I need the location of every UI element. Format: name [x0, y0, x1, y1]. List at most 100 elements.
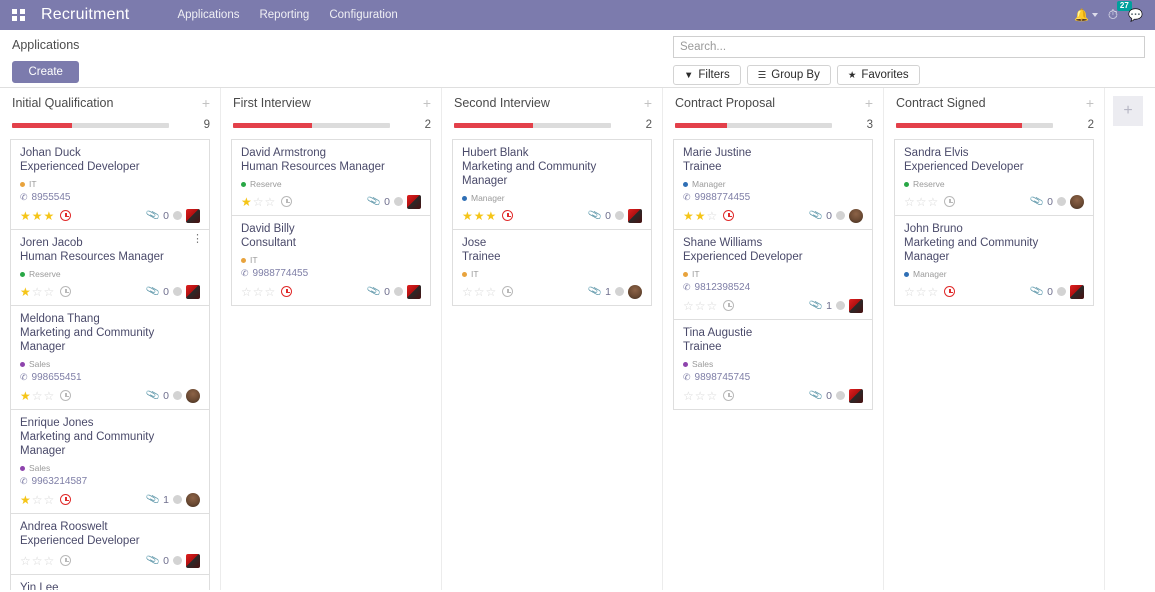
card-rating[interactable]: ★ ☆ ☆	[20, 390, 72, 402]
rating-star[interactable]: ☆	[928, 286, 939, 298]
column-progress-bar[interactable]	[675, 122, 832, 128]
kanban-card[interactable]: Sandra Elvis Experienced Developer Reserve…	[894, 139, 1094, 216]
column-progress-bar[interactable]	[12, 122, 169, 128]
rating-star[interactable]: ★	[474, 210, 485, 222]
card-rating[interactable]: ★ ☆ ☆	[20, 286, 72, 298]
card-menu-button[interactable]: ⋮	[192, 234, 203, 245]
column-add-card-button[interactable]: +	[202, 96, 210, 110]
card-rating[interactable]: ★ ☆ ☆	[20, 494, 72, 506]
activity-clock-icon[interactable]	[502, 286, 514, 297]
rating-star[interactable]: ☆	[32, 494, 43, 506]
kanban-state-icon[interactable]	[173, 391, 182, 400]
activity-clock-icon[interactable]	[281, 196, 293, 207]
card-rating[interactable]: ☆ ☆ ☆	[904, 196, 956, 208]
bell-icon[interactable]: 🔔	[1074, 8, 1098, 22]
rating-star[interactable]: ☆	[241, 286, 252, 298]
clock-activity-icon[interactable]: ⏱ 27	[1108, 1, 1132, 23]
rating-star[interactable]: ☆	[265, 196, 276, 208]
kanban-card[interactable]: ⋮ Joren Jacob Human Resources Manager Reser…	[10, 230, 210, 306]
add-column-button[interactable]: +	[1113, 96, 1143, 126]
rating-star[interactable]: ☆	[683, 390, 694, 402]
activity-clock-icon[interactable]	[944, 196, 956, 207]
filters-button[interactable]: ▼ Filters	[673, 65, 741, 85]
rating-star[interactable]: ☆	[916, 286, 927, 298]
card-rating[interactable]: ☆ ☆ ☆	[241, 286, 293, 298]
kanban-state-icon[interactable]	[173, 556, 182, 565]
rating-star[interactable]: ☆	[683, 300, 694, 312]
group-by-button[interactable]: ☰ Group By	[746, 65, 831, 85]
card-rating[interactable]: ☆ ☆ ☆	[904, 286, 956, 298]
kanban-card[interactable]: David Armstrong Human Resources Manager Re…	[231, 139, 431, 216]
messages-icon[interactable]: 💬	[1128, 8, 1143, 22]
kanban-state-icon[interactable]	[173, 287, 182, 296]
card-rating[interactable]: ★ ★ ★	[20, 210, 72, 222]
column-add-card-button[interactable]: +	[1086, 96, 1094, 110]
activity-clock-icon[interactable]	[60, 494, 72, 505]
rating-star[interactable]: ☆	[253, 196, 264, 208]
card-rating[interactable]: ☆ ☆ ☆	[462, 286, 514, 298]
kanban-card[interactable]: Shane Williams Experienced Developer IT ✆ 98…	[673, 230, 873, 320]
activity-clock-icon[interactable]	[723, 390, 735, 401]
rating-star[interactable]: ☆	[695, 390, 706, 402]
rating-star[interactable]: ☆	[44, 286, 55, 298]
rating-star[interactable]: ★	[683, 210, 694, 222]
card-rating[interactable]: ★ ☆ ☆	[241, 196, 293, 208]
rating-star[interactable]: ☆	[474, 286, 485, 298]
activity-clock-icon[interactable]	[723, 210, 735, 221]
rating-star[interactable]: ☆	[44, 494, 55, 506]
kanban-state-icon[interactable]	[615, 211, 624, 220]
activity-clock-icon[interactable]	[60, 390, 72, 401]
kanban-state-icon[interactable]	[1057, 197, 1066, 206]
kanban-state-icon[interactable]	[394, 287, 403, 296]
kanban-state-icon[interactable]	[173, 211, 182, 220]
column-add-card-button[interactable]: +	[423, 96, 431, 110]
rating-star[interactable]: ☆	[462, 286, 473, 298]
card-rating[interactable]: ☆ ☆ ☆	[683, 300, 735, 312]
rating-star[interactable]: ☆	[916, 196, 927, 208]
card-rating[interactable]: ★ ★ ☆	[683, 210, 735, 222]
create-button[interactable]: Create	[12, 61, 80, 83]
kanban-state-icon[interactable]	[836, 211, 845, 220]
activity-clock-icon[interactable]	[502, 210, 514, 221]
activity-clock-icon[interactable]	[281, 286, 293, 297]
rating-star[interactable]: ☆	[707, 300, 718, 312]
activity-clock-icon[interactable]	[944, 286, 956, 297]
search-bar[interactable]	[673, 36, 1145, 58]
rating-star[interactable]: ☆	[904, 196, 915, 208]
rating-star[interactable]: ☆	[904, 286, 915, 298]
kanban-state-icon[interactable]	[615, 287, 624, 296]
menu-item-applications[interactable]: Applications	[177, 9, 239, 21]
kanban-state-icon[interactable]	[836, 391, 845, 400]
kanban-card[interactable]: Hubert Blank Marketing and Community Mana…	[452, 139, 652, 230]
kanban-state-icon[interactable]	[394, 197, 403, 206]
rating-star[interactable]: ☆	[486, 286, 497, 298]
rating-star[interactable]: ☆	[32, 286, 43, 298]
rating-star[interactable]: ★	[44, 210, 55, 222]
activity-clock-icon[interactable]	[723, 300, 735, 311]
card-rating[interactable]: ☆ ☆ ☆	[20, 555, 72, 567]
activity-clock-icon[interactable]	[60, 210, 72, 221]
kanban-card[interactable]: Yin LeeMarketing and Community ManagerMa…	[10, 575, 210, 590]
kanban-card[interactable]: Enrique Jones Marketing and Community Man…	[10, 410, 210, 514]
kanban-card[interactable]: John Bruno Marketing and Community Manage…	[894, 216, 1094, 306]
rating-star[interactable]: ☆	[20, 555, 31, 567]
rating-star[interactable]: ☆	[32, 390, 43, 402]
activity-clock-icon[interactable]	[60, 555, 72, 566]
kanban-card[interactable]: Tina Augustie Trainee Sales ✆ 9898745745 ☆ ☆ ☆ 📎…	[673, 320, 873, 410]
rating-star[interactable]: ★	[462, 210, 473, 222]
rating-star[interactable]: ★	[20, 210, 31, 222]
rating-star[interactable]: ☆	[253, 286, 264, 298]
rating-star[interactable]: ☆	[707, 210, 718, 222]
rating-star[interactable]: ☆	[928, 196, 939, 208]
rating-star[interactable]: ☆	[32, 555, 43, 567]
kanban-card[interactable]: David Billy Consultant IT ✆ 9988774455 ☆ ☆ ☆ 📎 0	[231, 216, 431, 306]
rating-star[interactable]: ★	[20, 286, 31, 298]
rating-star[interactable]: ★	[241, 196, 252, 208]
activity-clock-icon[interactable]	[60, 286, 72, 297]
apps-grid-icon[interactable]	[12, 9, 25, 21]
rating-star[interactable]: ★	[32, 210, 43, 222]
rating-star[interactable]: ★	[20, 390, 31, 402]
column-add-card-button[interactable]: +	[644, 96, 652, 110]
kanban-state-icon[interactable]	[1057, 287, 1066, 296]
rating-star[interactable]: ☆	[265, 286, 276, 298]
